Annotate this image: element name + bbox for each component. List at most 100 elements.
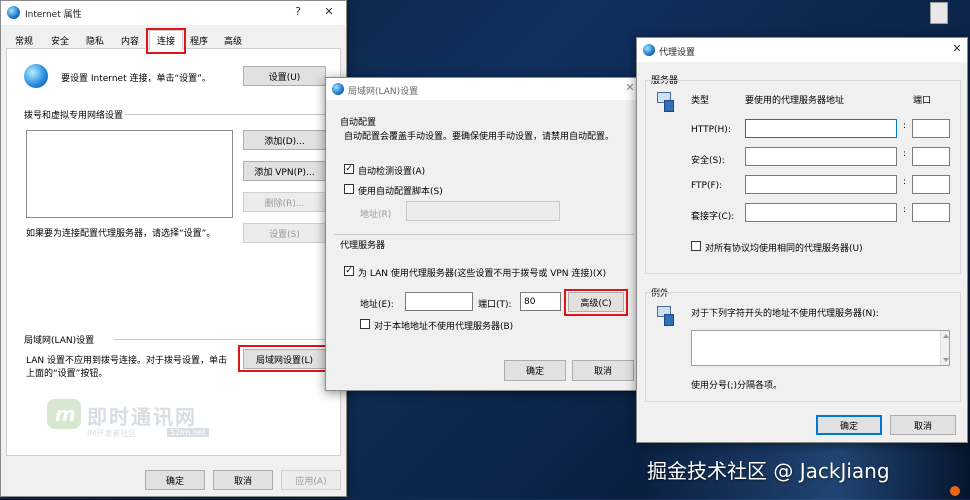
proxy-dialog-title: 代理设置 [659,48,696,58]
highlight-lan-settings-button [238,345,331,372]
proxy-dialog-globe-icon [643,44,655,56]
secure-label: 安全(S): [691,156,725,166]
setup-button[interactable]: 设置(U) [243,66,326,86]
socks-address-input[interactable] [745,203,897,222]
close-button[interactable]: ✕ [321,5,337,18]
http-colon: : [903,121,907,131]
ftp-address-input[interactable] [745,175,897,194]
separator-hint: 使用分号(;)分隔各项。 [691,381,783,391]
proxy-address-input[interactable] [405,292,473,311]
watermark-logo: m [47,399,81,429]
exceptions-monitor-icon [655,304,677,326]
connection-list[interactable] [26,130,233,218]
secure-address-input[interactable] [745,147,897,166]
lan-divider [114,339,327,340]
window-title: Internet 属性 [25,10,82,20]
lan-dialog-titlebar: 局域网(LAN)设置 ✕ [326,78,640,100]
use-proxy-checkbox[interactable]: ✓ [344,266,354,276]
lan-dialog-divider [334,234,634,235]
script-address-label: 地址(R) [360,210,392,220]
internet-properties-window: Internet 属性 ? ✕ 常规 安全 隐私 内容 连接 程序 高级 要设置… [0,0,347,497]
ftp-colon: : [903,177,907,187]
proxy-dialog-titlebar: 代理设置 ✕ [637,38,967,62]
settings-button[interactable]: 设置(S) [243,223,326,243]
connection-globe-icon [24,64,48,88]
ftp-port-input[interactable] [912,175,950,194]
http-label: HTTP(H): [691,125,731,135]
bypass-local-checkbox[interactable] [360,319,370,329]
watermark-logo-letter: m [55,402,76,426]
auto-detect-checkbox[interactable]: ✓ [344,164,354,174]
scroll-up-icon[interactable] [943,334,949,338]
lan-cancel-button[interactable]: 取消 [572,360,634,381]
proxy-ok-button[interactable]: 确定 [816,415,882,435]
exceptions-desc: 对于下列字符开头的地址不使用代理服务器(N): [691,309,879,319]
column-address: 要使用的代理服务器地址 [745,96,845,106]
ok-button[interactable]: 确定 [145,470,205,490]
exceptions-scrollbar[interactable] [940,331,949,365]
cancel-button[interactable]: 取消 [213,470,273,490]
proxy-cancel-button[interactable]: 取消 [890,415,956,435]
highlight-connections-tab [146,28,186,54]
column-type: 类型 [691,96,710,106]
tab-general[interactable]: 常规 [9,31,39,49]
proxy-port-input[interactable]: 80 [520,292,561,311]
internet-properties-titlebar: Internet 属性 ? ✕ [1,1,346,25]
proxy-server-header: 代理服务器 [340,241,386,251]
proxy-address-label: 地址(E): [360,300,394,310]
add-button[interactable]: 添加(D)... [243,130,326,150]
column-port: 端口 [913,96,932,106]
http-port-input[interactable] [912,119,950,138]
secure-colon: : [903,149,907,159]
server-monitor-icon [655,90,677,112]
auto-detect-label: 自动检测设置(A) [358,167,426,177]
scroll-down-icon[interactable] [943,358,949,362]
ftp-label: FTP(F): [691,181,723,191]
setup-text: 要设置 Internet 连接，单击“设置”。 [61,74,211,84]
socks-colon: : [903,205,907,215]
desktop-file-icon[interactable] [930,2,948,24]
lan-dialog-globe-icon [332,83,344,95]
tab-advanced[interactable]: 高级 [218,31,248,49]
tab-content[interactable]: 内容 [115,31,145,49]
same-proxy-label: 对所有协议均使用相同的代理服务器(U) [705,244,863,254]
footer-watermark: 掘金技术社区 @ JackJiang [647,459,890,483]
auto-config-desc: 自动配置会覆盖手动设置。要确保使用手动设置，请禁用自动配置。 [344,132,615,142]
socks-label: 套接字(C): [691,212,735,222]
auto-config-header: 自动配置 [340,118,377,128]
proxy-hint: 如果要为连接配置代理服务器，请选择“设置”。 [26,229,216,239]
dialup-header: 拨号和虚拟专用网络设置 [24,111,124,121]
lan-text-line-1: LAN 设置不应用到拨号连接。对于拨号设置，单击 [26,356,227,366]
watermark-sub: IM开发者社区 [87,429,137,438]
connections-pane: 要设置 Internet 连接，单击“设置”。 设置(U) 拨号和虚拟专用网络设… [6,48,341,456]
tab-privacy[interactable]: 隐私 [80,31,110,49]
internet-globe-icon [7,6,20,19]
use-proxy-label: 为 LAN 使用代理服务器(这些设置不用于拨号或 VPN 连接)(X) [358,269,607,279]
add-vpn-button[interactable]: 添加 VPN(P)... [243,161,326,181]
exceptions-textarea[interactable] [691,330,950,366]
help-button[interactable]: ? [290,5,306,18]
proxy-port-label: 端口(T): [478,300,512,310]
same-proxy-checkbox[interactable] [691,241,701,251]
tab-programs[interactable]: 程序 [184,31,214,49]
desktop-flame-icon [950,486,960,496]
watermark-domain: 52im.net [167,428,209,437]
dialup-divider [125,114,327,115]
lan-dialog-title: 局域网(LAN)设置 [348,87,419,97]
http-address-input[interactable] [745,119,897,138]
apply-button[interactable]: 应用(A) [281,470,341,490]
lan-ok-button[interactable]: 确定 [504,360,566,381]
socks-port-input[interactable] [912,203,950,222]
lan-settings-dialog: 局域网(LAN)设置 ✕ 自动配置 自动配置会覆盖手动设置。要确保使用手动设置，… [325,77,641,391]
use-script-label: 使用自动配置脚本(S) [358,187,443,197]
use-script-checkbox[interactable] [344,184,354,194]
lan-text-line-2: 上面的“设置”按钮。 [26,369,108,379]
bypass-local-label: 对于本地地址不使用代理服务器(B) [374,322,514,332]
remove-button[interactable]: 删除(R)... [243,192,326,212]
tab-security[interactable]: 安全 [45,31,75,49]
proxy-dialog-close-button[interactable]: ✕ [949,42,965,55]
script-address-input[interactable] [406,201,560,221]
lan-header: 局域网(LAN)设置 [24,336,95,346]
secure-port-input[interactable] [912,147,950,166]
proxy-settings-dialog: 代理设置 ✕ 服务器 类型 要使用的代理服务器地址 端口 HTTP(H): : … [636,37,968,443]
